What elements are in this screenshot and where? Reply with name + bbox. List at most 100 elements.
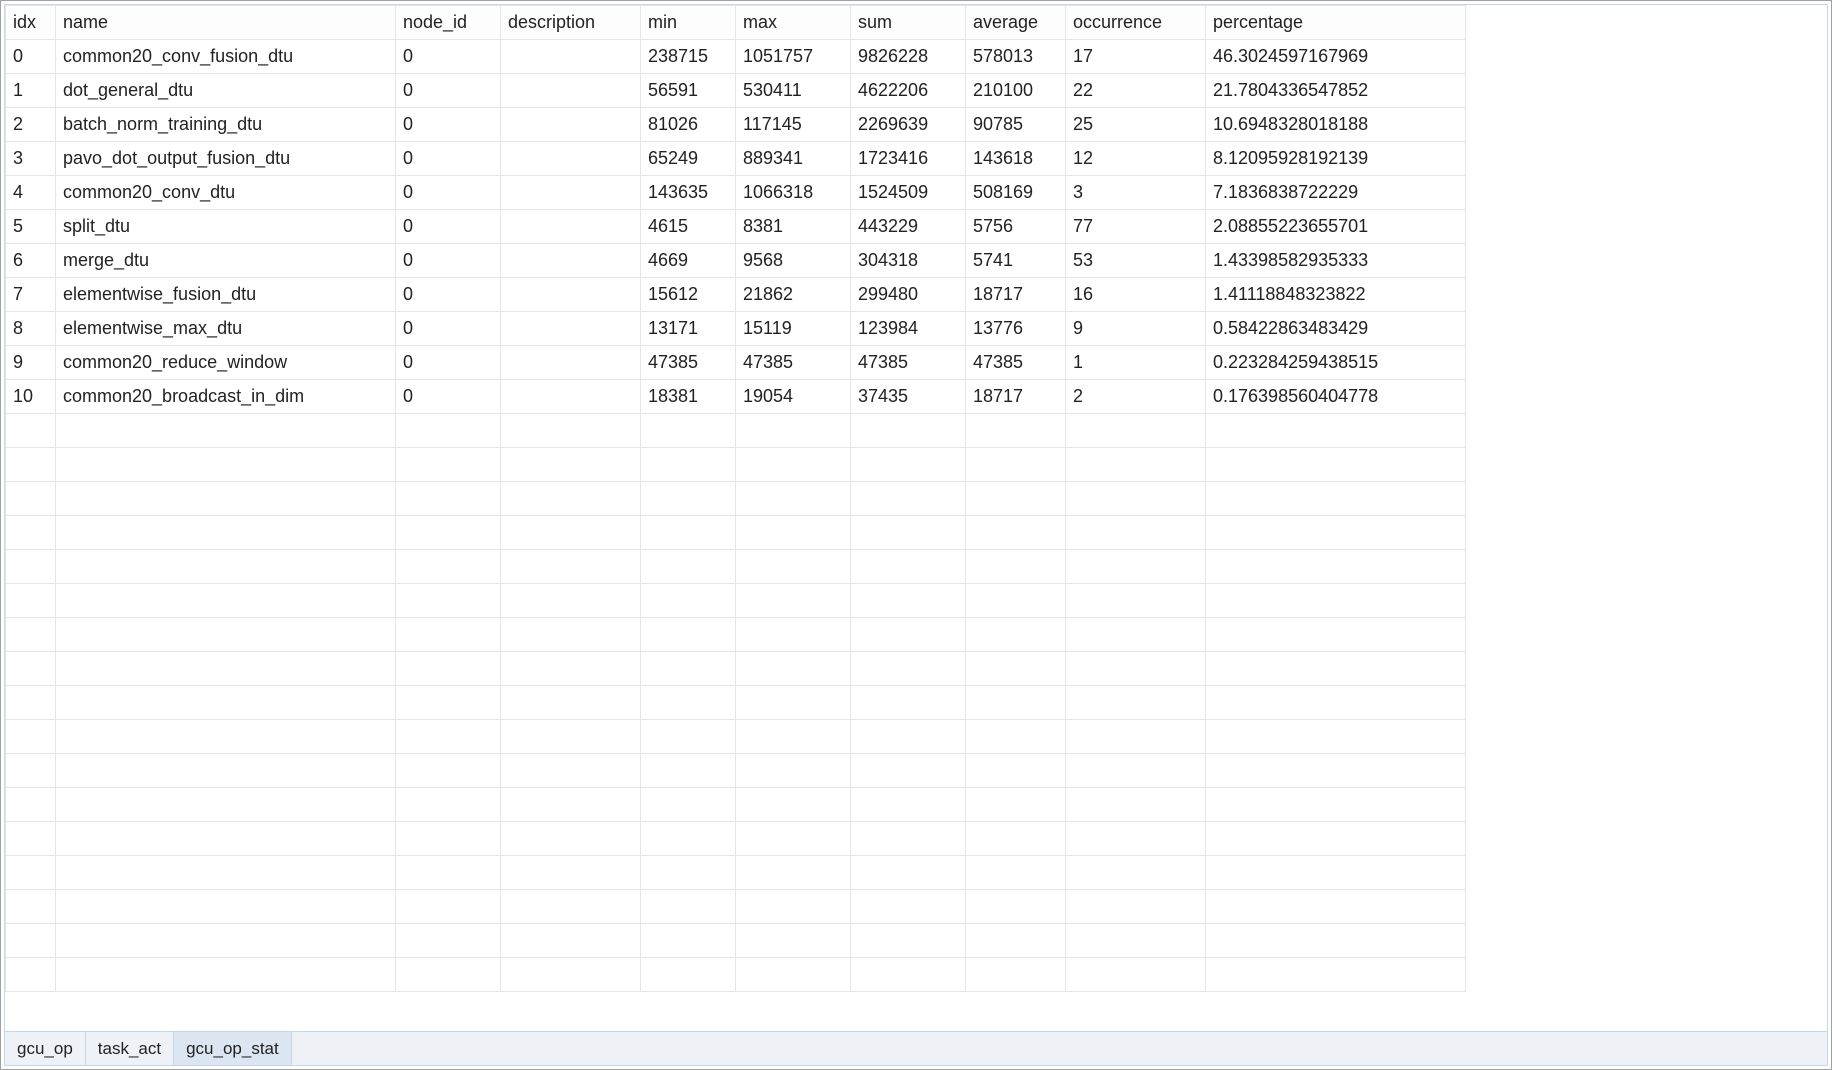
stats-table: idx name node_id description min max sum… <box>5 5 1466 992</box>
window-frame: idx name node_id description min max sum… <box>0 0 1832 1070</box>
col-header-name[interactable]: name <box>56 6 396 40</box>
empty-row <box>6 414 1466 448</box>
cell-sum: 1723416 <box>851 142 966 176</box>
table-row[interactable]: 6merge_dtu0466995683043185741531.4339858… <box>6 244 1466 278</box>
cell-min: 4669 <box>641 244 736 278</box>
cell-description <box>501 312 641 346</box>
col-header-occurrence[interactable]: occurrence <box>1066 6 1206 40</box>
cell-average: 18717 <box>966 380 1066 414</box>
cell-percentage: 2.08855223655701 <box>1206 210 1466 244</box>
cell-node_id: 0 <box>396 380 501 414</box>
cell-max: 8381 <box>736 210 851 244</box>
col-header-sum[interactable]: sum <box>851 6 966 40</box>
empty-row <box>6 448 1466 482</box>
cell-max: 15119 <box>736 312 851 346</box>
table-row[interactable]: 2batch_norm_training_dtu0810261171452269… <box>6 108 1466 142</box>
cell-idx: 4 <box>6 176 56 210</box>
tab-bar: gcu_op task_act gcu_op_stat <box>5 1031 1827 1065</box>
empty-row <box>6 720 1466 754</box>
cell-node_id: 0 <box>396 346 501 380</box>
empty-row <box>6 516 1466 550</box>
cell-name: common20_broadcast_in_dim <box>56 380 396 414</box>
empty-row <box>6 822 1466 856</box>
cell-min: 56591 <box>641 74 736 108</box>
col-header-node-id[interactable]: node_id <box>396 6 501 40</box>
cell-node_id: 0 <box>396 108 501 142</box>
cell-min: 65249 <box>641 142 736 176</box>
cell-min: 47385 <box>641 346 736 380</box>
cell-occurrence: 9 <box>1066 312 1206 346</box>
cell-name: split_dtu <box>56 210 396 244</box>
cell-name: common20_conv_dtu <box>56 176 396 210</box>
cell-average: 5756 <box>966 210 1066 244</box>
cell-name: elementwise_max_dtu <box>56 312 396 346</box>
col-header-average[interactable]: average <box>966 6 1066 40</box>
cell-min: 15612 <box>641 278 736 312</box>
tab-gcu-op-stat[interactable]: gcu_op_stat <box>174 1032 292 1065</box>
empty-row <box>6 754 1466 788</box>
cell-sum: 299480 <box>851 278 966 312</box>
cell-percentage: 46.3024597167969 <box>1206 40 1466 74</box>
cell-occurrence: 17 <box>1066 40 1206 74</box>
cell-max: 19054 <box>736 380 851 414</box>
cell-idx: 1 <box>6 74 56 108</box>
col-header-min[interactable]: min <box>641 6 736 40</box>
cell-max: 117145 <box>736 108 851 142</box>
cell-sum: 2269639 <box>851 108 966 142</box>
tab-task-act[interactable]: task_act <box>86 1032 174 1065</box>
empty-row <box>6 890 1466 924</box>
cell-sum: 9826228 <box>851 40 966 74</box>
table-body: 0common20_conv_fusion_dtu023871510517579… <box>6 40 1466 992</box>
col-header-description[interactable]: description <box>501 6 641 40</box>
table-row[interactable]: 8elementwise_max_dtu01317115119123984137… <box>6 312 1466 346</box>
cell-average: 578013 <box>966 40 1066 74</box>
cell-sum: 47385 <box>851 346 966 380</box>
col-header-idx[interactable]: idx <box>6 6 56 40</box>
cell-name: dot_general_dtu <box>56 74 396 108</box>
table-row[interactable]: 5split_dtu0461583814432295756772.0885522… <box>6 210 1466 244</box>
table-row[interactable]: 10common20_broadcast_in_dim0183811905437… <box>6 380 1466 414</box>
empty-row <box>6 482 1466 516</box>
cell-min: 18381 <box>641 380 736 414</box>
cell-max: 1051757 <box>736 40 851 74</box>
cell-min: 13171 <box>641 312 736 346</box>
cell-idx: 7 <box>6 278 56 312</box>
table-row[interactable]: 9common20_reduce_window04738547385473854… <box>6 346 1466 380</box>
cell-sum: 37435 <box>851 380 966 414</box>
cell-average: 18717 <box>966 278 1066 312</box>
cell-description <box>501 346 641 380</box>
table-row[interactable]: 3pavo_dot_output_fusion_dtu0652498893411… <box>6 142 1466 176</box>
cell-occurrence: 3 <box>1066 176 1206 210</box>
cell-idx: 9 <box>6 346 56 380</box>
cell-occurrence: 53 <box>1066 244 1206 278</box>
cell-min: 143635 <box>641 176 736 210</box>
tab-gcu-op[interactable]: gcu_op <box>5 1032 86 1065</box>
cell-average: 47385 <box>966 346 1066 380</box>
cell-average: 90785 <box>966 108 1066 142</box>
empty-row <box>6 550 1466 584</box>
col-header-max[interactable]: max <box>736 6 851 40</box>
table-row[interactable]: 0common20_conv_fusion_dtu023871510517579… <box>6 40 1466 74</box>
empty-row <box>6 686 1466 720</box>
cell-percentage: 10.6948328018188 <box>1206 108 1466 142</box>
table-row[interactable]: 7elementwise_fusion_dtu01561221862299480… <box>6 278 1466 312</box>
cell-occurrence: 77 <box>1066 210 1206 244</box>
cell-description <box>501 40 641 74</box>
content-frame: idx name node_id description min max sum… <box>4 4 1828 1066</box>
cell-average: 13776 <box>966 312 1066 346</box>
cell-sum: 304318 <box>851 244 966 278</box>
data-grid[interactable]: idx name node_id description min max sum… <box>5 5 1827 1031</box>
cell-average: 5741 <box>966 244 1066 278</box>
cell-description <box>501 244 641 278</box>
cell-name: merge_dtu <box>56 244 396 278</box>
table-row[interactable]: 1dot_general_dtu056591530411462220621010… <box>6 74 1466 108</box>
header-row: idx name node_id description min max sum… <box>6 6 1466 40</box>
cell-description <box>501 74 641 108</box>
cell-average: 210100 <box>966 74 1066 108</box>
cell-max: 47385 <box>736 346 851 380</box>
cell-idx: 6 <box>6 244 56 278</box>
cell-percentage: 1.41118848323822 <box>1206 278 1466 312</box>
empty-row <box>6 788 1466 822</box>
col-header-percentage[interactable]: percentage <box>1206 6 1466 40</box>
table-row[interactable]: 4common20_conv_dtu0143635106631815245095… <box>6 176 1466 210</box>
